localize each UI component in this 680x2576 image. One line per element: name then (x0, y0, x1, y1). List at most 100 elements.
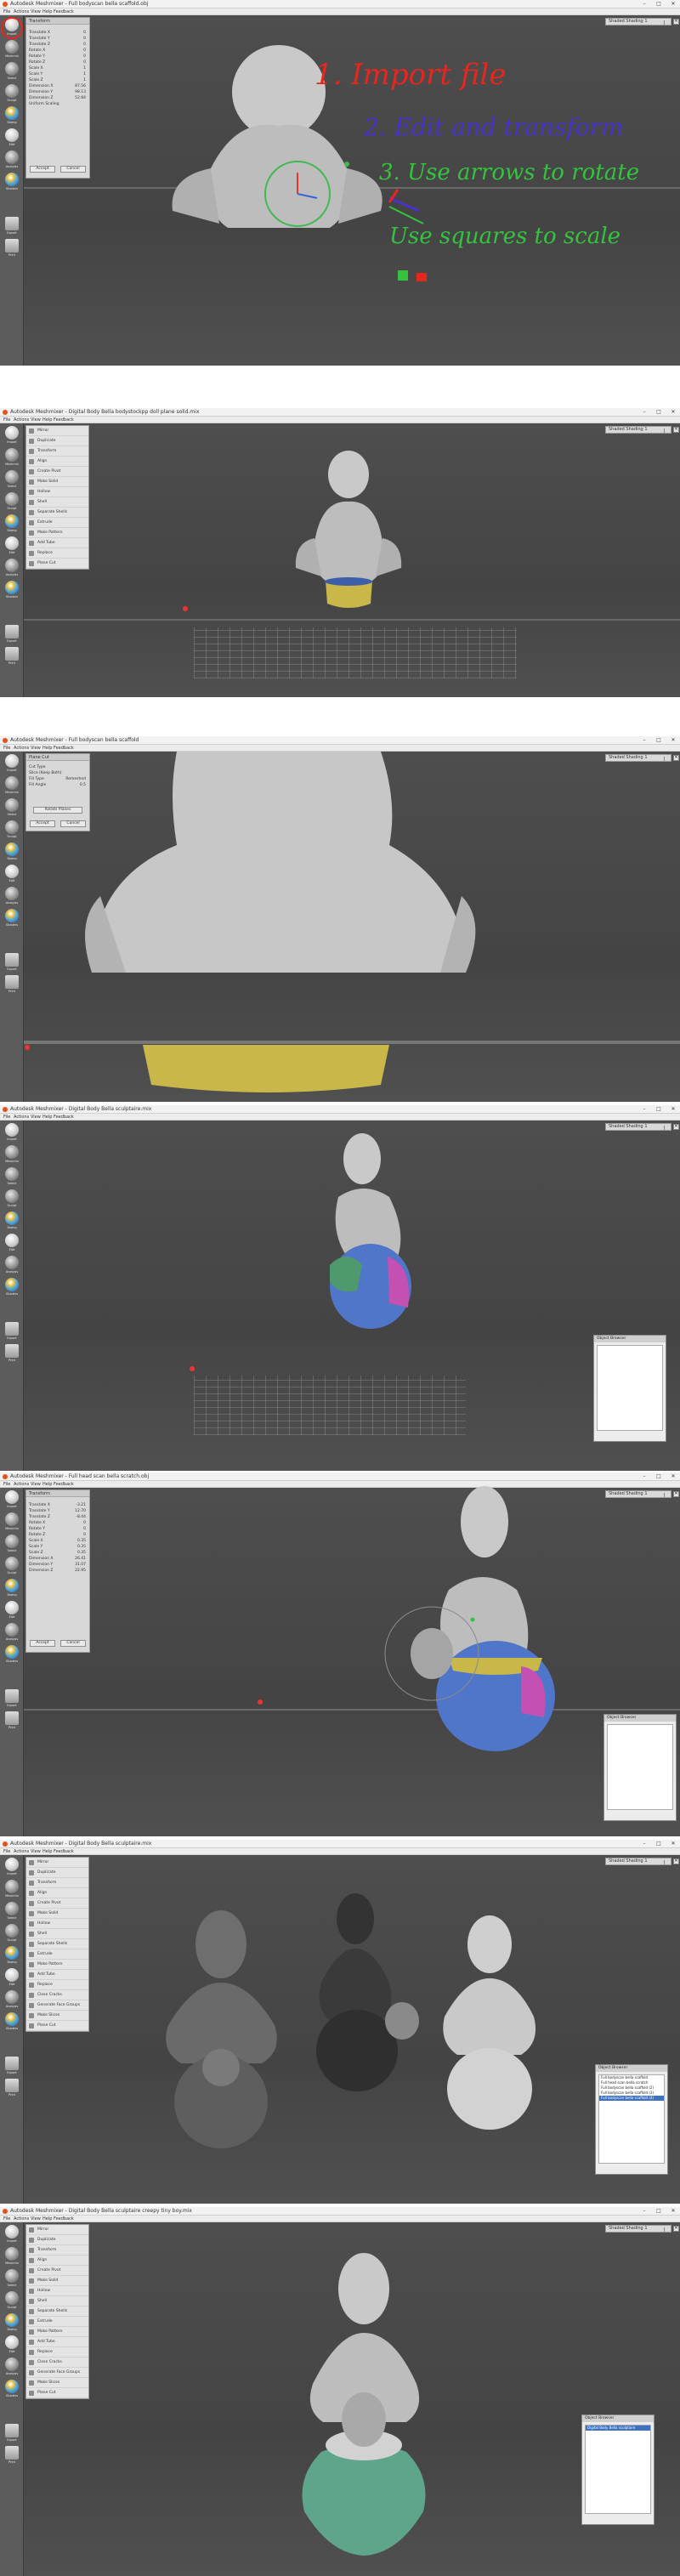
tool-meshmix[interactable]: Meshmix (3, 1512, 21, 1534)
field-translate-z[interactable]: Translate Z -8.44 (26, 1514, 89, 1520)
tool-export[interactable]: Export (3, 952, 21, 974)
tool-select[interactable]: Select (3, 2268, 21, 2290)
tool-export[interactable]: Export (3, 624, 21, 646)
menu-file[interactable]: File (3, 745, 10, 752)
tool-export[interactable]: Export (3, 1688, 21, 1711)
field-translate-z[interactable]: Translate Z0 (26, 42, 89, 48)
uniform-scaling-checkbox[interactable]: Uniform Scaling (26, 101, 89, 107)
edit-menu-make-solid[interactable]: Make Solid (26, 1909, 88, 1919)
tool-print[interactable]: Print (3, 2078, 21, 2100)
field-rotate-y[interactable]: Rotate Y0 (26, 1526, 89, 1532)
tool-analysis[interactable]: Analysis (3, 150, 21, 172)
tool-stamp[interactable]: Stamp (3, 105, 21, 128)
cancel-button[interactable]: Cancel (60, 1640, 86, 1647)
object-list[interactable] (597, 1345, 663, 1431)
minimize-button[interactable]: – (638, 1105, 651, 1114)
field-scale-y[interactable]: Scale Y 0.35 (26, 1544, 89, 1550)
3d-viewport[interactable]: Shaded Shading 1 ✕ Object Browser (24, 1121, 680, 1471)
tool-export[interactable]: Export (3, 1321, 21, 1343)
field-cut-type[interactable]: Cut Type (26, 764, 89, 770)
tool-sculpt[interactable]: Sculpt (3, 1923, 21, 1945)
tool-analysis[interactable]: Analysis (3, 2357, 21, 2379)
tool-import[interactable]: Import (3, 425, 21, 447)
tool-edit[interactable]: Edit (3, 1967, 21, 1989)
edit-menu-replace[interactable]: Replace (26, 548, 88, 559)
close-button[interactable]: ✕ (666, 1840, 680, 1848)
tool-shaders[interactable]: Shaders (3, 1277, 21, 1299)
3d-viewport[interactable]: Shaded Shading 1 ✕ Object Browser (24, 1486, 680, 1836)
tool-import[interactable]: Import (3, 1857, 21, 1879)
tool-sculpt[interactable]: Sculpt (3, 2290, 21, 2312)
tool-print[interactable]: Print (3, 238, 21, 260)
minimize-button[interactable]: – (638, 1472, 651, 1481)
edit-menu-create-pivot[interactable]: Create Pivot (26, 1898, 88, 1909)
tool-export[interactable]: Export (3, 2423, 21, 2445)
menu-help[interactable]: Help (42, 1848, 52, 1855)
menu-feedback[interactable]: Feedback (54, 2216, 74, 2222)
tool-meshmix[interactable]: Meshmix (3, 775, 21, 797)
3d-viewport[interactable]: Shaded Shading 1 ✕ Object Browser Digita… (24, 2222, 680, 2576)
menu-file[interactable]: File (3, 2216, 10, 2222)
edit-menu-align[interactable]: Align (26, 457, 88, 467)
3d-viewport[interactable]: Shaded Shading 1 ✕ 1. Import file 2. Edi… (24, 15, 680, 366)
3d-viewport[interactable]: Shaded Shading 1 ✕ Object Browser Full b… (24, 1855, 680, 2204)
close-button[interactable]: ✕ (666, 736, 680, 745)
tool-select[interactable]: Select (3, 797, 21, 820)
edit-menu-generate-face-groups[interactable]: Generate Face Groups (26, 2000, 88, 2011)
field-dimension-x[interactable]: Dimension X 26.41 (26, 1556, 89, 1562)
edit-menu-duplicate[interactable]: Duplicate (26, 436, 88, 446)
menu-help[interactable]: Help (42, 1114, 52, 1121)
tool-edit[interactable]: Edit (3, 1233, 21, 1255)
field-rotate-x[interactable]: Rotate X0 (26, 48, 89, 54)
field-rotate-x[interactable]: Rotate X0 (26, 1520, 89, 1526)
object-list-item-selected[interactable]: Digital Body Bella sculptaire (586, 2426, 650, 2431)
menu-help[interactable]: Help (42, 1481, 52, 1488)
menu-actions[interactable]: Actions (14, 1114, 29, 1121)
tool-edit[interactable]: Edit (3, 864, 21, 886)
edit-menu-separate-shells[interactable]: Separate Shells (26, 1939, 88, 1949)
tool-meshmix[interactable]: Meshmix (3, 1144, 21, 1166)
edit-menu-duplicate[interactable]: Duplicate (26, 1868, 88, 1878)
menu-file[interactable]: File (3, 1848, 10, 1855)
close-button[interactable]: ✕ (666, 2207, 680, 2216)
accept-button[interactable]: Accept (30, 1640, 55, 1647)
field-scale-y[interactable]: Scale Y1 (26, 71, 89, 77)
edit-menu-make-solid[interactable]: Make Solid (26, 2276, 88, 2286)
tool-stamp[interactable]: Stamp (3, 1211, 21, 1233)
edit-menu-make-slices[interactable]: Make Slices (26, 2378, 88, 2388)
edit-menu-separate-shells[interactable]: Separate Shells (26, 2306, 88, 2317)
edit-menu-separate-shells[interactable]: Separate Shells (26, 508, 88, 518)
menu-actions[interactable]: Actions (14, 1481, 29, 1488)
edit-menu-transform[interactable]: Transform (26, 2245, 88, 2255)
edit-menu-plane-cut[interactable]: Plane Cut (26, 2388, 88, 2398)
tool-select[interactable]: Select (3, 1534, 21, 1556)
tool-import[interactable]: Import (3, 2224, 21, 2246)
tool-shaders[interactable]: Shaders (3, 908, 21, 930)
edit-menu-mirror[interactable]: Mirror (26, 426, 88, 436)
edit-menu-create-pivot[interactable]: Create Pivot (26, 467, 88, 477)
menu-actions[interactable]: Actions (14, 745, 29, 752)
menu-help[interactable]: Help (42, 745, 52, 752)
field-translate-y[interactable]: Translate Y 12.70 (26, 1508, 89, 1514)
menu-view[interactable]: View (31, 1481, 41, 1488)
cancel-button[interactable]: Cancel (60, 820, 86, 827)
menu-actions[interactable]: Actions (14, 2216, 29, 2222)
field-dimension-z[interactable]: Dimension Z 52.84 (26, 95, 89, 101)
tool-analysis[interactable]: Analysis (3, 1622, 21, 1644)
object-list[interactable]: Digital Body Bella sculptaire (585, 2425, 651, 2514)
edit-menu-extrude[interactable]: Extrude (26, 2317, 88, 2327)
menu-feedback[interactable]: Feedback (54, 417, 74, 423)
field-scale-z[interactable]: Scale Z1 (26, 77, 89, 83)
field-rotate-y[interactable]: Rotate Y0 (26, 54, 89, 60)
tool-analysis[interactable]: Analysis (3, 886, 21, 908)
edit-menu-make-solid[interactable]: Make Solid (26, 477, 88, 487)
tool-sculpt[interactable]: Sculpt (3, 83, 21, 105)
tool-shaders[interactable]: Shaders (3, 1644, 21, 1666)
edit-menu-plane-cut[interactable]: Plane Cut (26, 559, 88, 569)
tool-stamp[interactable]: Stamp (3, 1578, 21, 1600)
edit-menu-transform[interactable]: Transform (26, 446, 88, 457)
menu-feedback[interactable]: Feedback (54, 1481, 74, 1488)
edit-menu-transform[interactable]: Transform (26, 1878, 88, 1888)
edit-menu-extrude[interactable]: Extrude (26, 1949, 88, 1960)
menu-actions[interactable]: Actions (14, 1848, 29, 1855)
